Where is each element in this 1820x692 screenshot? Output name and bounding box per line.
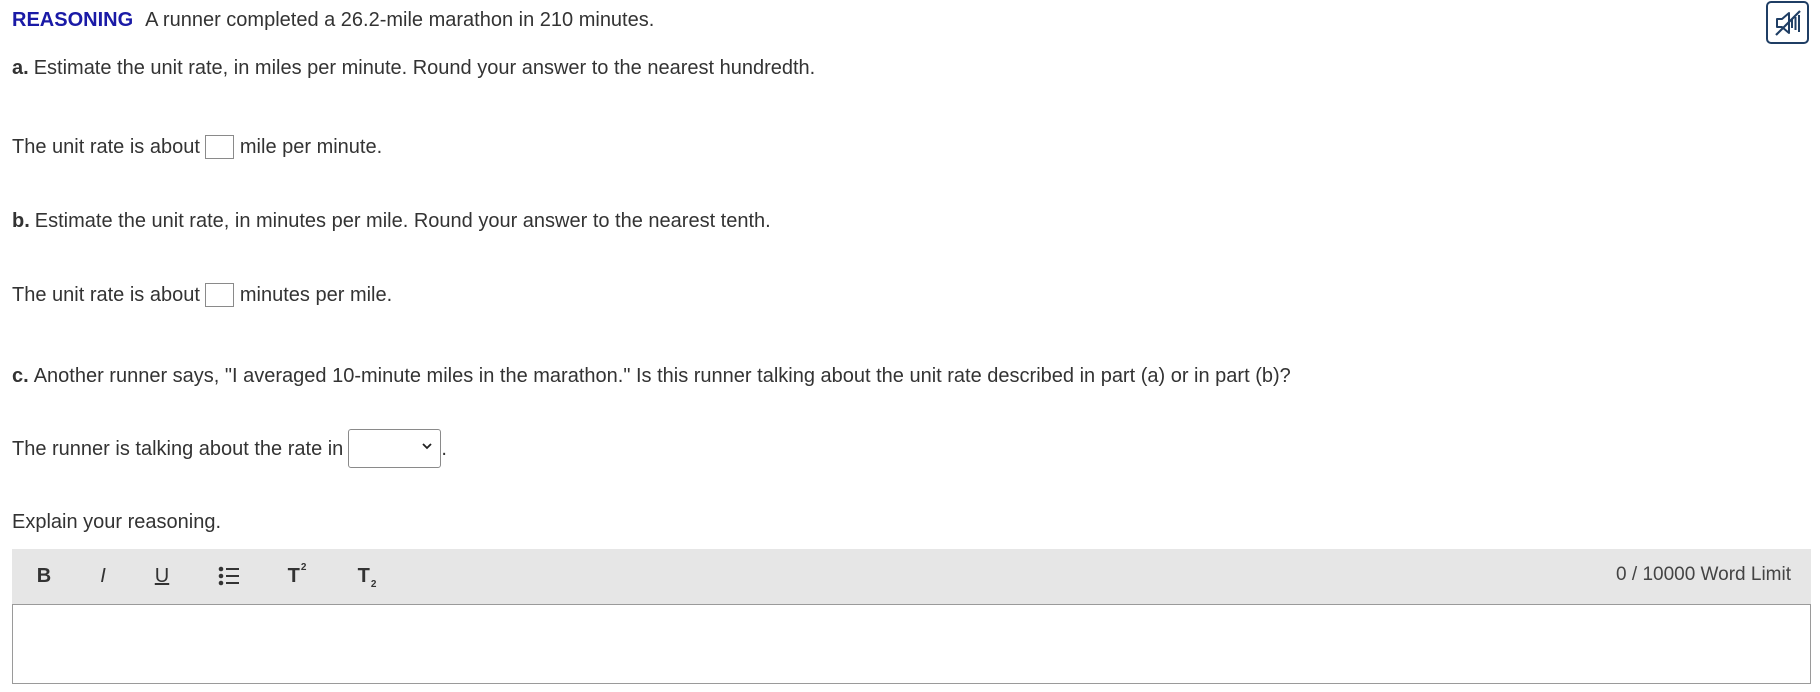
- part-b-answer-prefix: The unit rate is about: [12, 284, 200, 306]
- part-c-letter: c.: [12, 365, 29, 387]
- part-c-answer-row: The runner is talking about the rate in …: [12, 429, 447, 468]
- part-b-answer-input[interactable]: [204, 283, 234, 307]
- part-a-answer-suffix: mile per minute.: [239, 136, 383, 158]
- audio-toggle-button[interactable]: [1766, 1, 1809, 44]
- part-a-question: a. Estimate the unit rate, in miles per …: [12, 56, 815, 80]
- question-prompt: A runner completed a 26.2-mile marathon …: [145, 9, 655, 31]
- part-a-text: Estimate the unit rate, in miles per min…: [33, 57, 816, 79]
- part-a-letter: a.: [12, 57, 29, 79]
- explanation-editor[interactable]: [12, 604, 1811, 684]
- bold-button[interactable]: B: [30, 561, 58, 591]
- part-a-answer-prefix: The unit rate is about: [12, 136, 200, 158]
- part-c-answer-suffix: .: [441, 437, 447, 460]
- part-b-answer-suffix: minutes per mile.: [239, 284, 393, 306]
- explain-label-text: Explain your reasoning.: [12, 511, 222, 533]
- part-b-text: Estimate the unit rate, in minutes per m…: [34, 210, 771, 232]
- part-b-answer-row: The unit rate is about minutes per mile.: [12, 283, 392, 307]
- part-c-question: c. Another runner says, "I averaged 10-m…: [12, 364, 1291, 388]
- speaker-muted-icon: [1774, 9, 1801, 36]
- part-b-question: b. Estimate the unit rate, in minutes pe…: [12, 209, 771, 233]
- part-a-answer-row: The unit rate is about mile per minute.: [12, 135, 382, 159]
- word-limit-counter: 0 / 10000 Word Limit: [1616, 564, 1791, 586]
- italic-button[interactable]: I: [91, 561, 115, 591]
- question-header: REASONING A runner completed a 26.2-mile…: [12, 8, 654, 32]
- superscript-button[interactable]: T 2: [282, 561, 312, 591]
- reasoning-tag: REASONING: [12, 9, 134, 31]
- part-a-answer-input[interactable]: [204, 135, 234, 159]
- bulleted-list-icon: [218, 566, 239, 586]
- part-c-text: Another runner says, "I averaged 10-minu…: [33, 365, 1291, 387]
- subscript-button[interactable]: T 2: [352, 561, 382, 591]
- superscript-icon-mark: 2: [300, 561, 307, 573]
- subscript-icon-base: T: [357, 564, 370, 587]
- bulleted-list-button[interactable]: [215, 561, 243, 591]
- part-b-letter: b.: [12, 210, 30, 232]
- editor-toolbar: B I U T 2 T 2 0 / 10000 Word Limit: [12, 549, 1811, 604]
- chevron-down-icon: [422, 443, 432, 450]
- word-count-separator: /: [1631, 564, 1638, 585]
- superscript-icon-base: T: [287, 564, 300, 587]
- explain-label: Explain your reasoning.: [12, 510, 221, 534]
- word-count: 0: [1616, 564, 1627, 585]
- part-c-rate-select[interactable]: [348, 429, 442, 468]
- part-c-answer-prefix: The runner is talking about the rate in: [12, 437, 344, 460]
- subscript-icon-mark: 2: [370, 578, 377, 590]
- word-limit-text: 10000 Word Limit: [1642, 564, 1791, 585]
- underline-button[interactable]: U: [148, 561, 176, 591]
- question-page: REASONING A runner completed a 26.2-mile…: [0, 0, 1820, 692]
